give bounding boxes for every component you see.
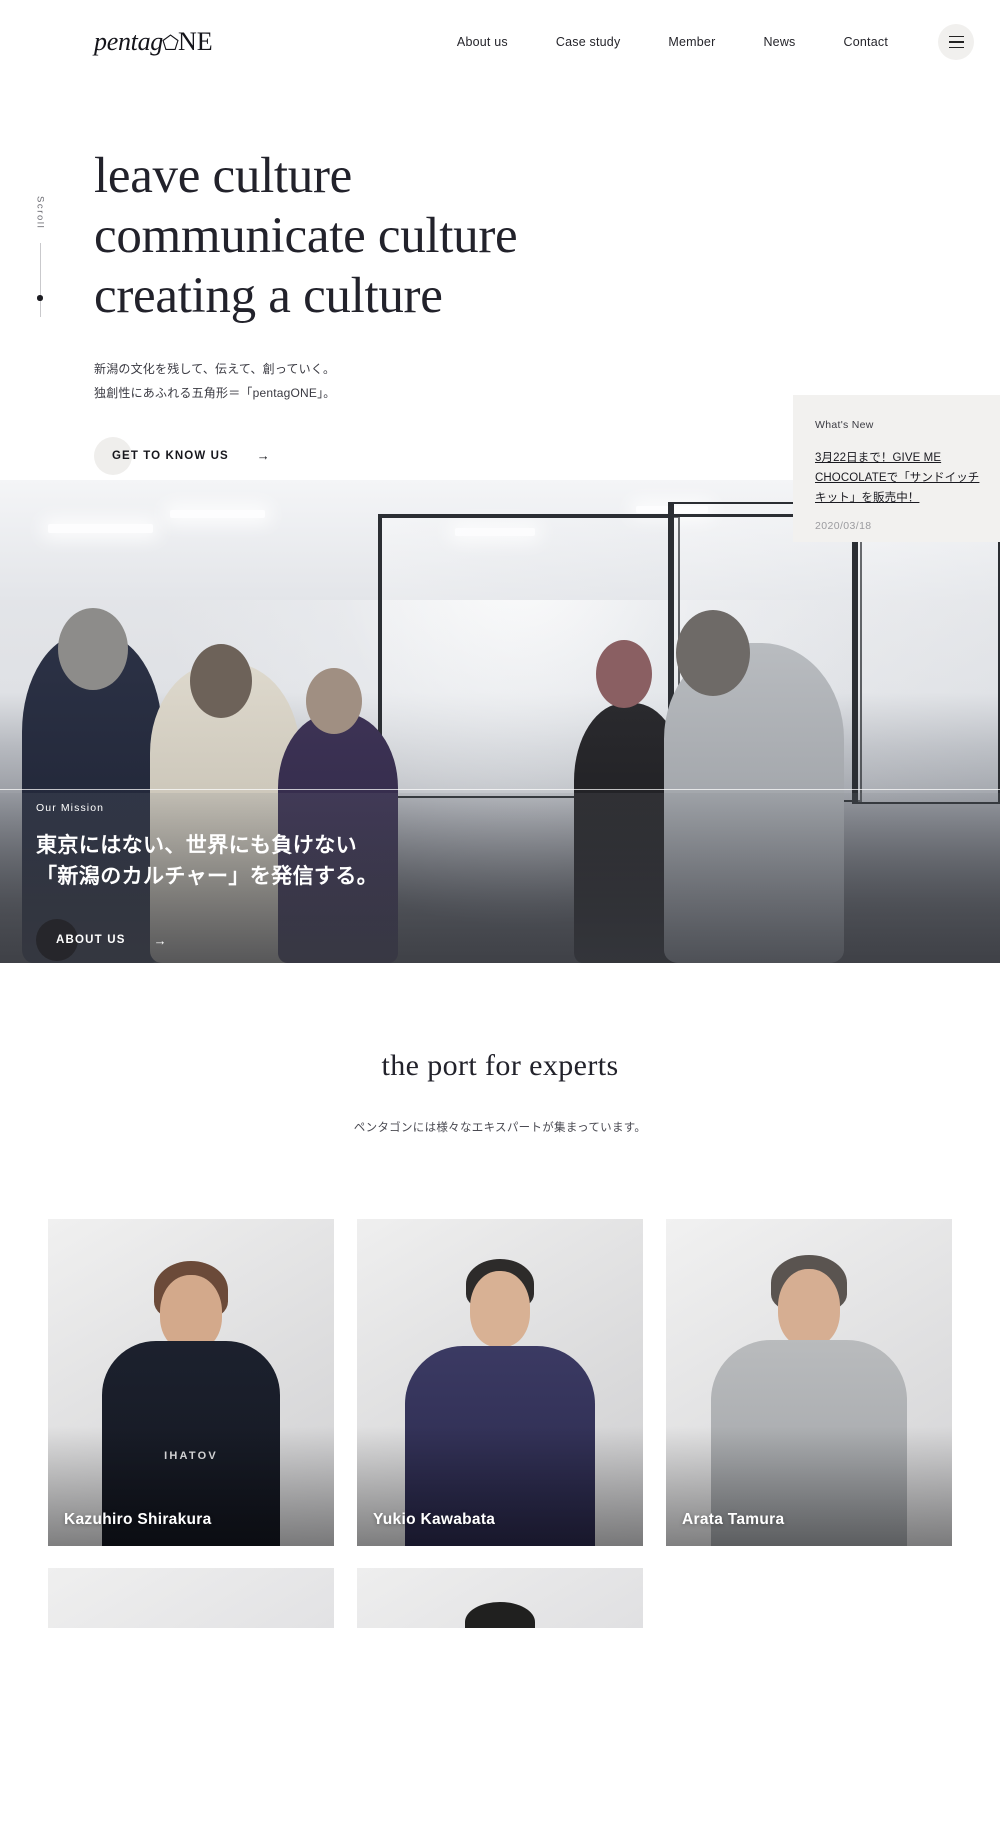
menu-icon-line bbox=[948, 46, 964, 49]
menu-icon-line bbox=[948, 41, 964, 43]
pentagon-o-icon bbox=[162, 33, 179, 51]
page-root: pentag NE About us Case study Member New… bbox=[0, 0, 1000, 1628]
nav-item-member[interactable]: Member bbox=[644, 35, 739, 49]
get-to-know-us-button[interactable]: GET TO KNOW US → bbox=[94, 436, 270, 475]
site-header: pentag NE About us Case study Member New… bbox=[0, 0, 1000, 84]
get-to-know-us-label: GET TO KNOW US bbox=[112, 449, 229, 462]
site-logo[interactable]: pentag NE bbox=[94, 29, 213, 55]
ceiling-light bbox=[48, 523, 153, 533]
experts-title: the port for experts bbox=[381, 1048, 619, 1082]
member-card[interactable]: Arata Tamura bbox=[666, 1218, 952, 1546]
member-head bbox=[470, 1270, 530, 1347]
hero-lede-line-1: 新潟の文化を残して、伝えて、創っていく。 bbox=[94, 361, 336, 376]
glass-partition bbox=[856, 513, 1000, 804]
scroll-dot bbox=[37, 295, 43, 301]
member-name: Yukio Kawabata bbox=[373, 1510, 496, 1528]
mission-photo-band: Our Mission 東京にはない、世界にも負けない 「新潟のカルチャー」を発… bbox=[0, 479, 1000, 963]
experts-section: the port for experts ペンタゴンには様々なエキスパートが集ま… bbox=[0, 962, 1000, 1628]
arrow-right-icon: → bbox=[153, 932, 167, 948]
member-name: Arata Tamura bbox=[682, 1510, 785, 1528]
member-name: Kazuhiro Shirakura bbox=[64, 1510, 212, 1528]
nav-item-news[interactable]: News bbox=[739, 35, 819, 49]
ceiling-light bbox=[170, 509, 265, 518]
member-card[interactable] bbox=[48, 1567, 334, 1628]
member-card[interactable]: Yukio Kawabata bbox=[357, 1218, 643, 1546]
mission-headline-line-1: 東京にはない、世界にも負けない bbox=[36, 833, 357, 857]
nav-item-case-study[interactable]: Case study bbox=[532, 35, 645, 49]
member-head bbox=[160, 1274, 222, 1351]
about-us-label: ABOUT US bbox=[56, 934, 126, 947]
mission-headline: 東京にはない、世界にも負けない 「新潟のカルチャー」を発信する。 bbox=[36, 830, 378, 894]
hero-title-line-3: creating a culture bbox=[94, 268, 443, 325]
scroll-indicator: Scroll bbox=[30, 196, 50, 318]
person-head bbox=[596, 639, 652, 708]
hero-title-line-1: leave culture bbox=[94, 148, 353, 204]
whats-new-link[interactable]: 3月22日まで！GIVE ME CHOCOLATEで「サンドイッチキット」を販売… bbox=[815, 449, 980, 508]
menu-icon[interactable] bbox=[938, 24, 974, 60]
mission-divider bbox=[0, 788, 1000, 790]
member-head bbox=[778, 1268, 840, 1347]
mission-headline-line-2: 「新潟のカルチャー」を発信する。 bbox=[36, 865, 379, 889]
whats-new-date: 2020/03/18 bbox=[815, 520, 872, 533]
nav-item-about-us[interactable]: About us bbox=[433, 35, 532, 49]
hero-title-line-2: communicate culture bbox=[94, 208, 518, 265]
nav-item-contact[interactable]: Contact bbox=[820, 35, 912, 49]
arrow-right-icon: → bbox=[256, 448, 270, 464]
primary-nav: About us Case study Member News Contact bbox=[433, 24, 974, 60]
member-grid: IHATOV Kazuhiro Shirakura Yukio Kawabata bbox=[48, 1218, 952, 1546]
member-card[interactable]: IHATOV Kazuhiro Shirakura bbox=[48, 1218, 334, 1546]
mission-eyebrow: Our Mission bbox=[36, 801, 105, 814]
person-head bbox=[190, 643, 252, 718]
member-card-empty bbox=[666, 1567, 952, 1628]
hero-section: Scroll leave culture communicate culture… bbox=[0, 84, 1000, 542]
whats-new-title: What's New bbox=[815, 419, 874, 431]
about-us-button[interactable]: ABOUT US → bbox=[36, 919, 167, 962]
scroll-line bbox=[37, 243, 43, 318]
scroll-label: Scroll bbox=[34, 196, 46, 230]
member-grid-next-row bbox=[48, 1567, 952, 1628]
menu-icon-line bbox=[948, 35, 964, 38]
person-head bbox=[306, 667, 362, 734]
member-card[interactable] bbox=[357, 1567, 643, 1628]
logo-text-pentag: pentag bbox=[94, 27, 163, 56]
page-title: leave culture communicate culture creati… bbox=[94, 146, 1000, 327]
window-mullion bbox=[852, 509, 856, 804]
experts-subtitle: ペンタゴンには様々なエキスパートが集まっています。 bbox=[353, 1121, 647, 1134]
logo-text-ne: NE bbox=[177, 27, 213, 56]
person-head bbox=[676, 609, 750, 696]
person-head bbox=[58, 607, 128, 690]
whats-new-card: What's New 3月22日まで！GIVE ME CHOCOLATEで「サン… bbox=[793, 395, 1000, 542]
mission-block: Our Mission 東京にはない、世界にも負けない 「新潟のカルチャー」を発… bbox=[36, 802, 378, 963]
member-photo bbox=[48, 1567, 334, 1628]
